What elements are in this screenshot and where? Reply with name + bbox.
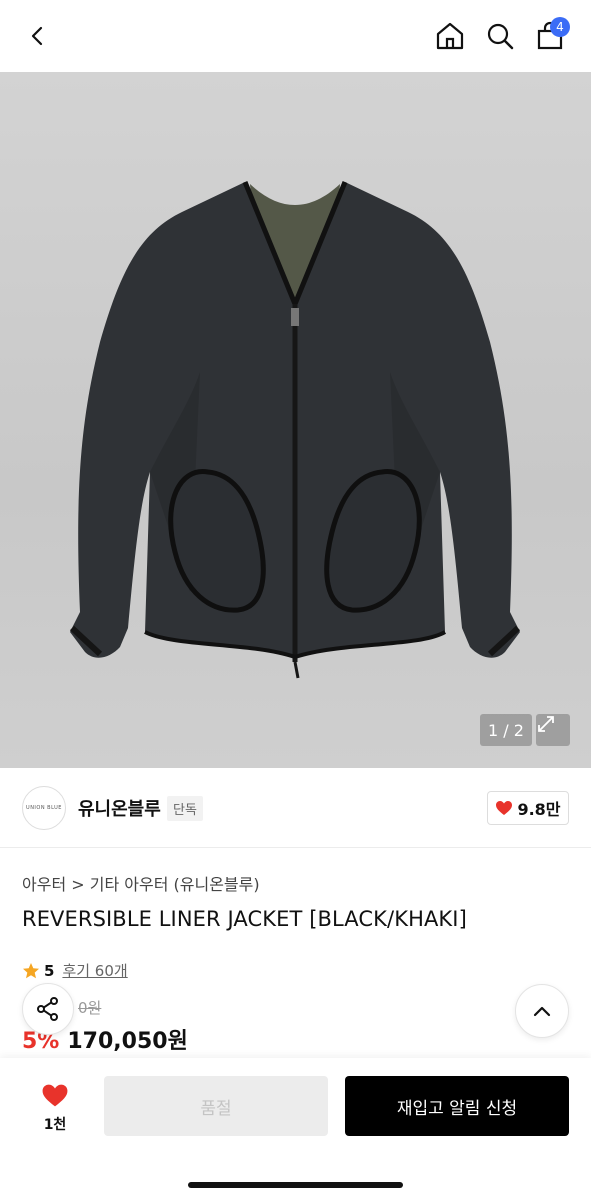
heart-icon bbox=[496, 801, 513, 815]
search-button[interactable] bbox=[478, 14, 522, 58]
rating-row: 5 후기 60개 bbox=[22, 960, 128, 981]
sale-price: 170,050원 bbox=[67, 1029, 188, 1054]
cart-count-badge: 4 bbox=[550, 17, 570, 37]
brand-row[interactable]: UNION BLUE 유니온블루 단독 9.8만 bbox=[0, 768, 591, 848]
image-pager: 1 / 2 bbox=[480, 714, 532, 746]
heart-icon bbox=[42, 1084, 68, 1106]
wishlist-count: 1천 bbox=[43, 1116, 67, 1133]
jacket-photo bbox=[69, 181, 521, 679]
cart-button[interactable]: 4 bbox=[528, 14, 572, 58]
product-title: REVERSIBLE LINER JACKET [BLACK/KHAKI] bbox=[22, 907, 467, 931]
brand-like-count: 9.8만 bbox=[517, 800, 561, 819]
share-icon bbox=[37, 997, 58, 1021]
category-breadcrumb[interactable]: 아우터 > 기타 아우터 (유니온블루) bbox=[22, 871, 260, 895]
bottom-action-bar: 1천 품절 재입고 알림 신청 bbox=[0, 1058, 591, 1200]
scroll-top-button[interactable] bbox=[515, 984, 569, 1038]
soldout-button: 품절 bbox=[104, 1076, 328, 1136]
wishlist-button[interactable]: 1천 bbox=[26, 1078, 84, 1138]
exclusive-badge: 단독 bbox=[167, 796, 203, 821]
home-indicator bbox=[188, 1182, 403, 1188]
restock-notify-button[interactable]: 재입고 알림 신청 bbox=[345, 1076, 569, 1136]
expand-button[interactable] bbox=[536, 714, 570, 746]
top-nav-bar: 4 bbox=[0, 0, 591, 72]
share-button[interactable] bbox=[22, 983, 74, 1035]
search-icon bbox=[487, 23, 514, 50]
star-icon bbox=[23, 962, 39, 978]
home-button[interactable] bbox=[428, 14, 472, 58]
brand-logo[interactable]: UNION BLUE bbox=[22, 786, 66, 830]
home-icon bbox=[436, 22, 464, 50]
product-image-gallery[interactable]: 1 / 2 bbox=[0, 72, 591, 768]
expand-icon bbox=[538, 716, 554, 732]
brand-like-button[interactable]: 9.8만 bbox=[487, 791, 569, 825]
original-price: 0원 bbox=[78, 999, 102, 1017]
review-link[interactable]: 후기 60개 bbox=[62, 960, 127, 981]
chevron-up-icon bbox=[533, 1006, 551, 1017]
back-button[interactable] bbox=[16, 14, 60, 58]
brand-name[interactable]: 유니온블루 bbox=[78, 795, 161, 821]
rating-score: 5 bbox=[44, 961, 55, 980]
chevron-left-icon bbox=[31, 26, 43, 46]
